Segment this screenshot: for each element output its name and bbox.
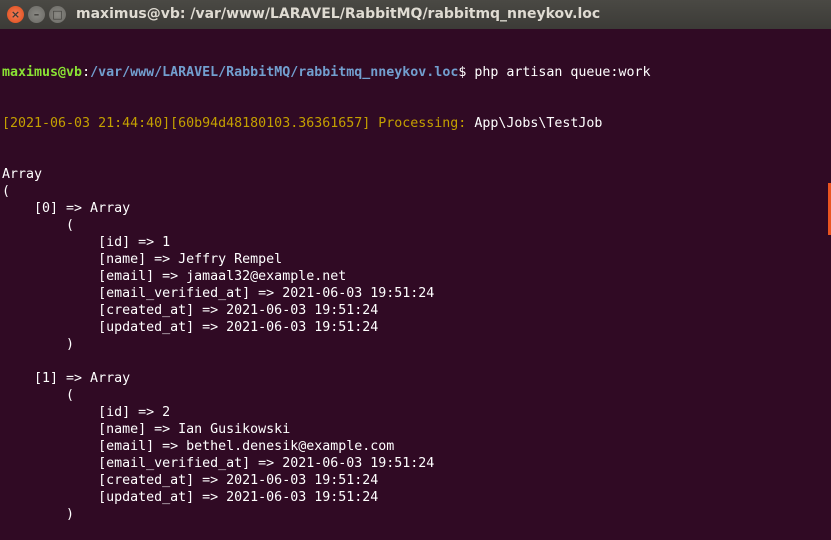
output-line: Array <box>2 166 829 183</box>
close-button[interactable]: × <box>7 6 24 23</box>
output-line: ) <box>2 336 829 353</box>
output-line: ( <box>2 387 829 404</box>
output-line: [email_verified_at] => 2021-06-03 19:51:… <box>2 285 829 302</box>
maximize-icon: □ <box>52 8 62 21</box>
minimize-button[interactable]: – <box>28 6 45 23</box>
prompt-user: maximus@vb <box>2 65 82 80</box>
title-bar: × – □ maximus@vb: /var/www/LARAVEL/Rabbi… <box>0 0 831 29</box>
prompt-dollar: $ <box>458 65 474 80</box>
output-line: [email_verified_at] => 2021-06-03 19:51:… <box>2 455 829 472</box>
log-prefix: [2021-06-03 21:44:40][60b94d48180103.363… <box>2 116 474 131</box>
output-line: [created_at] => 2021-06-03 19:51:24 <box>2 472 829 489</box>
maximize-button[interactable]: □ <box>49 6 66 23</box>
prompt-line: maximus@vb:/var/www/LARAVEL/RabbitMQ/rab… <box>2 64 829 81</box>
output-line: [id] => 1 <box>2 234 829 251</box>
output-line: ( <box>2 183 829 200</box>
output-line: [id] => 2 <box>2 404 829 421</box>
output-line: [updated_at] => 2021-06-03 19:51:24 <box>2 489 829 506</box>
close-icon: × <box>11 8 20 21</box>
output-line: [name] => Jeffry Rempel <box>2 251 829 268</box>
output-line <box>2 353 829 370</box>
output-line: [updated_at] => 2021-06-03 19:51:24 <box>2 319 829 336</box>
minimize-icon: – <box>34 8 40 21</box>
prompt-path: /var/www/LARAVEL/RabbitMQ/rabbitmq_nneyk… <box>90 65 458 80</box>
prompt-sep: : <box>82 65 90 80</box>
output-line: ) <box>2 506 829 523</box>
output-line: [1] => Array <box>2 370 829 387</box>
log-line: [2021-06-03 21:44:40][60b94d48180103.363… <box>2 115 829 132</box>
output-line: [0] => Array <box>2 200 829 217</box>
output-line: [created_at] => 2021-06-03 19:51:24 <box>2 302 829 319</box>
output-line: [email] => jamaal32@example.net <box>2 268 829 285</box>
output-line: [email] => bethel.denesik@example.com <box>2 438 829 455</box>
output-line: [name] => Ian Gusikowski <box>2 421 829 438</box>
terminal-output[interactable]: maximus@vb:/var/www/LARAVEL/RabbitMQ/rab… <box>0 29 831 438</box>
command: php artisan queue:work <box>474 65 650 80</box>
window-title: maximus@vb: /var/www/LARAVEL/RabbitMQ/ra… <box>76 6 600 22</box>
log-job: App\Jobs\TestJob <box>474 116 602 131</box>
output-line: ( <box>2 217 829 234</box>
